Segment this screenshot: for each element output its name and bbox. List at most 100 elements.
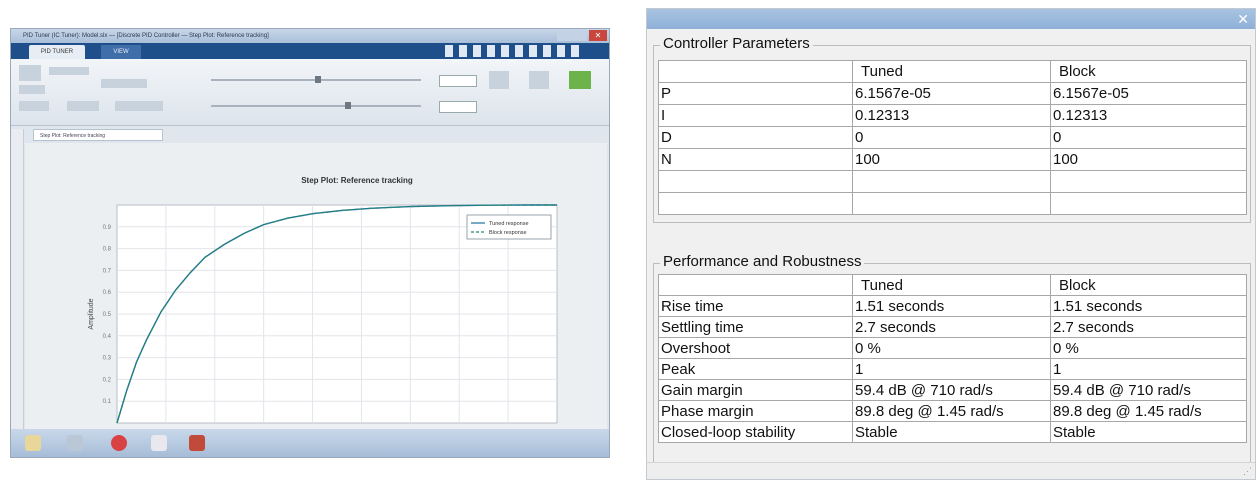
controller-cell[interactable]: 0.12313 xyxy=(852,104,1051,127)
params-title-bar: ✕ xyxy=(647,9,1255,29)
controller-cell[interactable] xyxy=(1050,192,1247,215)
controller-row xyxy=(658,192,1247,215)
legend-label: Tuned response xyxy=(489,221,529,227)
performance-cell[interactable]: 89.8 deg @ 1.45 rad/s xyxy=(1050,400,1247,422)
performance-row: Peak 1 1 xyxy=(658,358,1247,380)
controller-cell[interactable] xyxy=(852,192,1051,215)
controller-cell[interactable] xyxy=(658,170,853,193)
controller-cell[interactable]: 0.12313 xyxy=(1050,104,1247,127)
resize-grip-icon[interactable]: ⋰ xyxy=(1243,466,1252,477)
add-plot-button[interactable] xyxy=(115,101,163,111)
controller-header-row: Tuned Block xyxy=(658,60,1247,83)
performance-cell[interactable]: 0 % xyxy=(1050,337,1247,359)
inspect-button[interactable] xyxy=(19,101,49,111)
controller-cell[interactable]: 0 xyxy=(852,126,1051,149)
controller-cell[interactable]: 100 xyxy=(852,148,1051,171)
performance-cell[interactable] xyxy=(658,274,853,296)
controller-row: D00 xyxy=(658,126,1247,149)
performance-cell[interactable]: Block xyxy=(1050,274,1247,296)
performance-cell[interactable]: Overshoot xyxy=(658,337,853,359)
performance-cell[interactable]: 1 xyxy=(852,358,1051,380)
opera-icon[interactable] xyxy=(111,435,127,451)
matlab-icon[interactable] xyxy=(151,435,167,451)
performance-cell[interactable]: Phase margin xyxy=(658,400,853,422)
performance-row: Closed-loop stability Stable Stable xyxy=(658,421,1247,443)
chart-title: Step Plot: Reference tracking xyxy=(301,176,413,185)
performance-cell[interactable]: 59.4 dB @ 710 rad/s xyxy=(1050,379,1247,401)
controller-cell[interactable] xyxy=(658,192,853,215)
performance-cell[interactable]: Settling time xyxy=(658,316,853,338)
tab-pid-tuner[interactable]: PID TUNER xyxy=(29,45,85,59)
simulink-icon[interactable] xyxy=(189,435,205,451)
controller-cell[interactable]: D xyxy=(658,126,853,149)
performance-cell[interactable]: Stable xyxy=(852,421,1051,443)
controller-cell[interactable]: 100 xyxy=(1050,148,1247,171)
type-dropdown[interactable] xyxy=(49,67,89,75)
performance-row: Phase margin 89.8 deg @ 1.45 rad/s 89.8 de… xyxy=(658,400,1247,422)
controller-cell[interactable]: 6.1567e-05 xyxy=(1050,82,1247,105)
window-controls[interactable] xyxy=(557,30,587,41)
controller-cell[interactable]: Block xyxy=(1050,60,1247,83)
controller-cell[interactable]: 6.1567e-05 xyxy=(852,82,1051,105)
controller-cell[interactable]: P xyxy=(658,82,853,105)
transient-field[interactable] xyxy=(439,101,477,113)
form-dropdown[interactable] xyxy=(101,79,147,88)
controller-cell[interactable] xyxy=(1050,170,1247,193)
response-time-knob[interactable] xyxy=(315,76,321,83)
tuner-title-bar: PID Tuner (IC Tuner): Model.slx — [Discr… xyxy=(11,29,609,43)
controller-cell[interactable] xyxy=(852,170,1051,193)
controller-cell[interactable]: I xyxy=(658,104,853,127)
performance-cell[interactable]: Gain margin xyxy=(658,379,853,401)
tuner-close-button[interactable]: ✕ xyxy=(589,30,607,41)
tuner-window-title: PID Tuner (IC Tuner): Model.slx — [Discr… xyxy=(23,33,269,39)
data-browser-strip[interactable] xyxy=(11,129,24,429)
y-tick-label: 0.2 xyxy=(103,377,112,383)
params-close-button[interactable]: ✕ xyxy=(1237,10,1249,28)
performance-cell[interactable]: Stable xyxy=(1050,421,1247,443)
performance-cell[interactable]: 1.51 seconds xyxy=(1050,295,1247,317)
step-plot-chart: 0.1 0.2 0.3 0.4 0.5 0.6 0.7 0.8 0.9 Step Plot: Re… xyxy=(88,176,558,424)
performance-cell[interactable]: 59.4 dB @ 710 rad/s xyxy=(852,379,1051,401)
pid-tuner-window: PID Tuner (IC Tuner): Model.slx — [Discr… xyxy=(10,28,610,458)
show-parameters-icon[interactable] xyxy=(529,71,549,89)
performance-cell[interactable]: 0 % xyxy=(852,337,1051,359)
performance-cell[interactable]: 1.51 seconds xyxy=(852,295,1051,317)
performance-cell[interactable]: 2.7 seconds xyxy=(1050,316,1247,338)
legend-label: Block response xyxy=(489,230,527,236)
performance-cell[interactable]: 1 xyxy=(1050,358,1247,380)
transient-behavior-knob[interactable] xyxy=(345,102,351,109)
app-icon[interactable] xyxy=(67,435,83,451)
performance-cell[interactable]: 89.8 deg @ 1.45 rad/s xyxy=(852,400,1051,422)
y-axis-label: Amplitude xyxy=(88,298,95,329)
reset-icon[interactable] xyxy=(489,71,509,89)
update-button[interactable] xyxy=(67,101,99,111)
update-block-icon[interactable] xyxy=(569,71,591,89)
controller-cell[interactable] xyxy=(658,60,853,83)
controller-cell[interactable]: 0 xyxy=(1050,126,1247,149)
tab-step-plot[interactable]: Step Plot: Reference tracking xyxy=(33,129,163,141)
response-time-field[interactable] xyxy=(439,75,477,87)
performance-cell[interactable]: Peak xyxy=(658,358,853,380)
controller-parameters-table: Tuned Block P 6.1567e-05 6.1567e-05 I 0.12313 0… xyxy=(658,60,1247,215)
transient-behavior-slider[interactable] xyxy=(211,105,421,107)
y-tick-label: 0.4 xyxy=(103,334,112,340)
performance-cell[interactable]: Rise time xyxy=(658,295,853,317)
y-tick-label: 0.3 xyxy=(103,356,112,362)
performance-cell[interactable]: Tuned xyxy=(852,274,1051,296)
controller-cell[interactable]: N xyxy=(658,148,853,171)
y-tick-label: 0.6 xyxy=(103,290,112,296)
performance-cell[interactable]: 2.7 seconds xyxy=(852,316,1051,338)
performance-header-row: Tuned Block xyxy=(658,274,1247,296)
folder-icon[interactable] xyxy=(25,435,41,451)
plot-icon[interactable] xyxy=(19,65,41,81)
plot-selector[interactable] xyxy=(19,85,45,94)
controller-cell[interactable]: Tuned xyxy=(852,60,1051,83)
tab-view[interactable]: VIEW xyxy=(101,45,141,59)
quick-access-toolbar[interactable] xyxy=(445,45,585,57)
controller-row: P 6.1567e-05 6.1567e-05 xyxy=(658,82,1247,105)
performance-cell[interactable]: Closed-loop stability xyxy=(658,421,853,443)
performance-group: Performance and Robustness Tuned Block Ris… xyxy=(653,253,1251,467)
taskbar xyxy=(11,429,609,457)
y-tick-label: 0.9 xyxy=(103,225,112,231)
controller-row xyxy=(658,170,1247,193)
